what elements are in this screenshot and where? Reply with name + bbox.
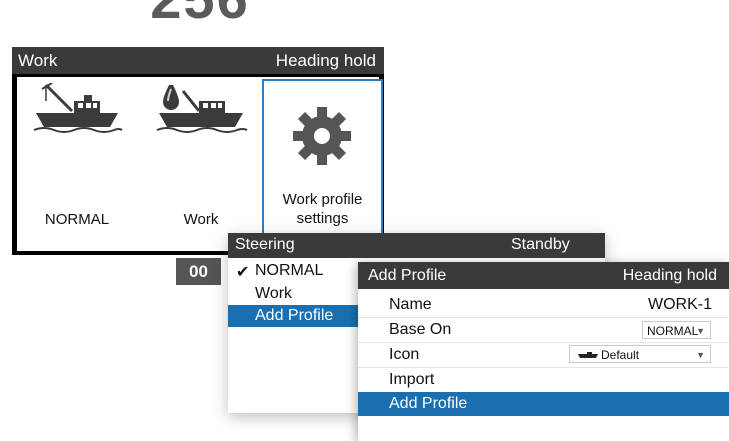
panel-mode: Work <box>18 51 58 70</box>
icon-row[interactable]: Icon Default ▼ <box>358 343 729 368</box>
tile-normal[interactable]: NORMAL <box>17 77 137 251</box>
steering-item-label: NORMAL <box>255 262 324 279</box>
panel-header: Work Heading hold <box>12 47 384 74</box>
add-profile-title: Add Profile <box>368 267 447 284</box>
base-on-row[interactable]: Base On NORMAL ▼ <box>358 318 729 343</box>
gear-icon <box>293 107 351 165</box>
panel-status: Heading hold <box>275 51 376 70</box>
tile-settings-label-line1: Work profile <box>282 191 363 208</box>
steering-item-work[interactable]: Work <box>228 283 358 305</box>
tile-work-profile-settings[interactable]: Work profile settings <box>262 79 383 251</box>
boat-silhouette-icon <box>578 352 598 358</box>
base-on-value: NORMAL <box>647 324 699 338</box>
import-row[interactable]: Import <box>358 368 729 393</box>
steering-item-normal[interactable]: ✔ NORMAL <box>228 260 358 282</box>
work-boat-icon <box>33 83 123 133</box>
icon-label: Icon <box>389 346 420 363</box>
steering-header: Steering Standby <box>228 233 605 258</box>
steering-item-label: Add Profile <box>255 307 334 324</box>
steering-item-label: Work <box>255 285 293 302</box>
tile-work[interactable]: Work <box>141 77 261 251</box>
base-on-label: Base On <box>389 321 452 338</box>
add-profile-button[interactable]: Add Profile <box>358 392 729 416</box>
chevron-down-icon: ▼ <box>696 350 705 360</box>
add-profile-status: Heading hold <box>622 267 717 284</box>
add-profile-header: Add Profile Heading hold <box>358 262 729 289</box>
steering-status: Standby <box>511 236 570 253</box>
heading-readout: 256 <box>140 0 260 28</box>
steering-item-add-profile[interactable]: Add Profile <box>228 305 358 327</box>
fishing-boat-icon <box>156 85 248 133</box>
name-row[interactable]: Name WORK-1 <box>358 293 729 318</box>
import-label: Import <box>389 371 435 388</box>
base-on-dropdown[interactable]: NORMAL ▼ <box>642 321 711 339</box>
icon-dropdown[interactable]: Default ▼ <box>569 345 711 363</box>
add-profile-label: Add Profile <box>389 395 468 412</box>
name-value[interactable]: WORK-1 <box>648 296 712 314</box>
tile-settings-label-line2: settings <box>296 210 349 227</box>
steering-title: Steering <box>235 236 295 253</box>
name-label: Name <box>389 296 432 313</box>
value-badge: 00 <box>176 258 221 285</box>
add-profile-dialog: Add Profile Heading hold Name WORK-1 Bas… <box>358 262 729 441</box>
tile-work-label: Work <box>183 211 219 228</box>
checkmark-icon: ✔ <box>236 264 250 281</box>
icon-value: Default <box>601 348 640 362</box>
chevron-down-icon: ▼ <box>696 326 705 336</box>
tile-normal-label: NORMAL <box>44 211 110 228</box>
